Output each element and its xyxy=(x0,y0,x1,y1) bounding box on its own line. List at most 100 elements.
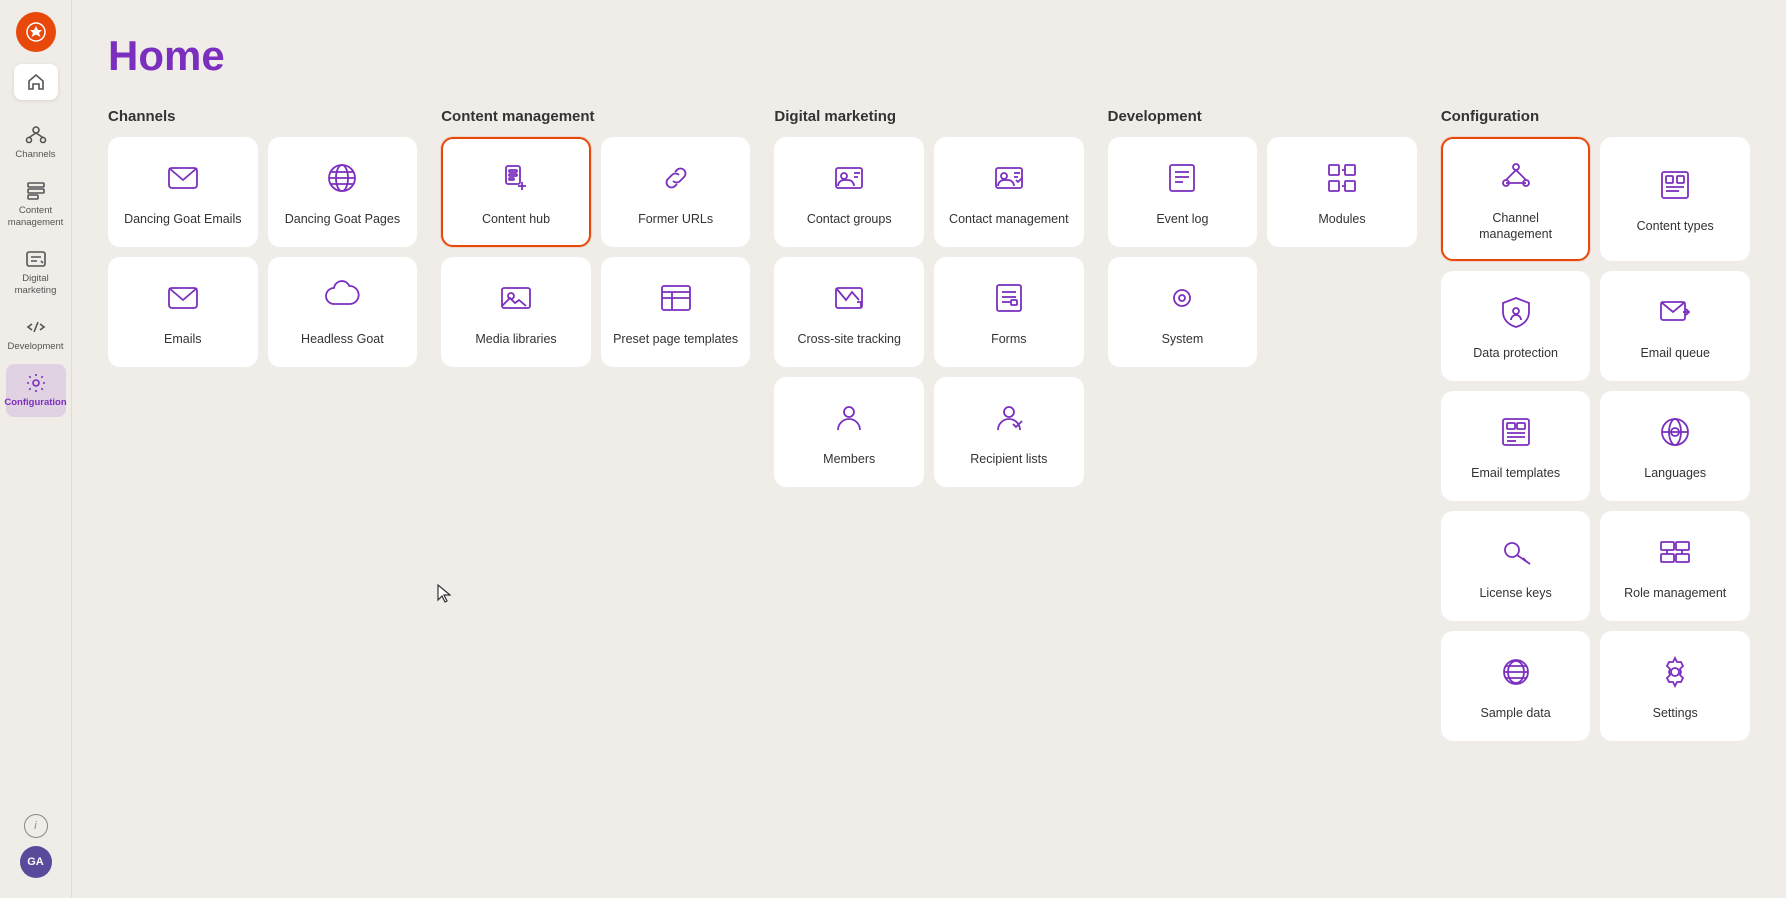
card-recipient-lists-label: Recipient lists xyxy=(970,451,1047,467)
sidebar: Channels Content management Digital mark… xyxy=(0,0,72,898)
card-preset-page-templates-label: Preset page templates xyxy=(613,331,738,347)
globe-icon xyxy=(324,160,360,201)
card-former-urls-label: Former URLs xyxy=(638,211,713,227)
sidebar-item-content-management[interactable]: Content management xyxy=(6,172,66,236)
card-members-label: Members xyxy=(823,451,875,467)
content-hub-icon xyxy=(498,160,534,201)
contact-groups-icon xyxy=(831,160,867,201)
card-role-management[interactable]: Role management xyxy=(1600,511,1750,621)
data-protection-icon xyxy=(1498,294,1534,335)
card-dancing-goat-pages[interactable]: Dancing Goat Pages xyxy=(268,137,418,247)
user-avatar[interactable]: GA xyxy=(20,846,52,878)
card-email-templates[interactable]: Email templates xyxy=(1441,391,1591,501)
page-title: Home xyxy=(108,32,1750,80)
email-templates-icon xyxy=(1498,414,1534,455)
card-dancing-goat-emails[interactable]: Dancing Goat Emails xyxy=(108,137,258,247)
sections-grid: Channels Dancing Goat Emails xyxy=(108,108,1750,741)
tracking-icon xyxy=(831,280,867,321)
app-logo[interactable] xyxy=(16,12,56,52)
main-content: Home Channels Dancing Goat Emails xyxy=(72,0,1786,898)
card-preset-page-templates[interactable]: Preset page templates xyxy=(601,257,751,367)
email-queue-icon xyxy=(1657,294,1693,335)
forms-icon xyxy=(991,280,1027,321)
section-content-management: Content management Content hub xyxy=(441,108,750,367)
sidebar-bottom: i GA xyxy=(20,814,52,886)
sidebar-item-digital-marketing[interactable]: Digital marketing xyxy=(6,240,66,304)
sidebar-item-dev-label: Development xyxy=(8,341,64,352)
card-former-urls[interactable]: Former URLs xyxy=(601,137,751,247)
card-cross-site-tracking-label: Cross-site tracking xyxy=(797,331,901,347)
card-event-log[interactable]: Event log xyxy=(1108,137,1258,247)
card-sample-data[interactable]: Sample data xyxy=(1441,631,1591,741)
info-icon[interactable]: i xyxy=(24,814,48,838)
sidebar-item-configuration[interactable]: Configuration xyxy=(6,364,66,416)
card-dancing-goat-pages-label: Dancing Goat Pages xyxy=(285,211,400,227)
card-content-hub[interactable]: Content hub xyxy=(441,137,591,247)
card-system[interactable]: System xyxy=(1108,257,1258,367)
sample-data-icon xyxy=(1498,654,1534,695)
card-media-libraries[interactable]: Media libraries xyxy=(441,257,591,367)
card-data-protection-label: Data protection xyxy=(1473,345,1558,361)
card-content-types[interactable]: Content types xyxy=(1600,137,1750,261)
card-emails-label: Emails xyxy=(164,331,202,347)
home-button[interactable] xyxy=(14,64,58,100)
cm-cards: Content hub Former URLs xyxy=(441,137,750,367)
card-contact-management[interactable]: Contact management xyxy=(934,137,1084,247)
card-forms-label: Forms xyxy=(991,331,1026,347)
link-icon xyxy=(658,160,694,201)
config-cards: Channel management Content types xyxy=(1441,137,1750,741)
card-content-hub-label: Content hub xyxy=(482,211,550,227)
card-languages[interactable]: Languages xyxy=(1600,391,1750,501)
card-emails[interactable]: Emails xyxy=(108,257,258,367)
card-languages-label: Languages xyxy=(1644,465,1706,481)
dm-cards: Contact groups Contact management xyxy=(774,137,1083,487)
card-settings[interactable]: Settings xyxy=(1600,631,1750,741)
section-channels-title: Channels xyxy=(108,108,417,125)
card-channel-management-label: Channel management xyxy=(1455,210,1577,243)
card-email-queue[interactable]: Email queue xyxy=(1600,271,1750,381)
card-modules-label: Modules xyxy=(1318,211,1365,227)
settings-icon xyxy=(1657,654,1693,695)
system-icon xyxy=(1164,280,1200,321)
card-email-queue-label: Email queue xyxy=(1640,345,1710,361)
cloud-icon xyxy=(324,280,360,321)
channels-cards: Dancing Goat Emails Dancing Goat Pages xyxy=(108,137,417,367)
card-contact-groups-label: Contact groups xyxy=(807,211,892,227)
card-license-keys-label: License keys xyxy=(1479,585,1551,601)
contact-mgmt-icon xyxy=(991,160,1027,201)
card-license-keys[interactable]: License keys xyxy=(1441,511,1591,621)
section-cm-title: Content management xyxy=(441,108,750,125)
card-forms[interactable]: Forms xyxy=(934,257,1084,367)
card-dancing-goat-emails-label: Dancing Goat Emails xyxy=(124,211,241,227)
card-channel-management[interactable]: Channel management xyxy=(1441,137,1591,261)
card-contact-management-label: Contact management xyxy=(949,211,1069,227)
recipients-icon xyxy=(991,400,1027,441)
role-mgmt-icon xyxy=(1657,534,1693,575)
sidebar-item-channels[interactable]: Channels xyxy=(6,116,66,168)
languages-icon xyxy=(1657,414,1693,455)
card-modules[interactable]: Modules xyxy=(1267,137,1417,247)
card-headless-goat[interactable]: Headless Goat xyxy=(268,257,418,367)
media-icon xyxy=(498,280,534,321)
email-small-icon xyxy=(165,280,201,321)
card-headless-goat-label: Headless Goat xyxy=(301,331,384,347)
card-system-label: System xyxy=(1162,331,1204,347)
card-contact-groups[interactable]: Contact groups xyxy=(774,137,924,247)
card-data-protection[interactable]: Data protection xyxy=(1441,271,1591,381)
section-dev-title: Development xyxy=(1108,108,1417,125)
sidebar-item-development[interactable]: Development xyxy=(6,308,66,360)
sidebar-item-digital-label: Digital marketing xyxy=(10,273,62,296)
sidebar-item-config-label: Configuration xyxy=(4,397,66,408)
license-keys-icon xyxy=(1498,534,1534,575)
card-sample-data-label: Sample data xyxy=(1481,705,1551,721)
card-members[interactable]: Members xyxy=(774,377,924,487)
sidebar-item-content-label: Content management xyxy=(8,205,63,228)
card-settings-label: Settings xyxy=(1653,705,1698,721)
card-cross-site-tracking[interactable]: Cross-site tracking xyxy=(774,257,924,367)
card-recipient-lists[interactable]: Recipient lists xyxy=(934,377,1084,487)
section-development: Development Event log xyxy=(1108,108,1417,367)
email-icon xyxy=(165,160,201,201)
card-role-management-label: Role management xyxy=(1624,585,1726,601)
section-channels: Channels Dancing Goat Emails xyxy=(108,108,417,367)
modules-icon xyxy=(1324,160,1360,201)
